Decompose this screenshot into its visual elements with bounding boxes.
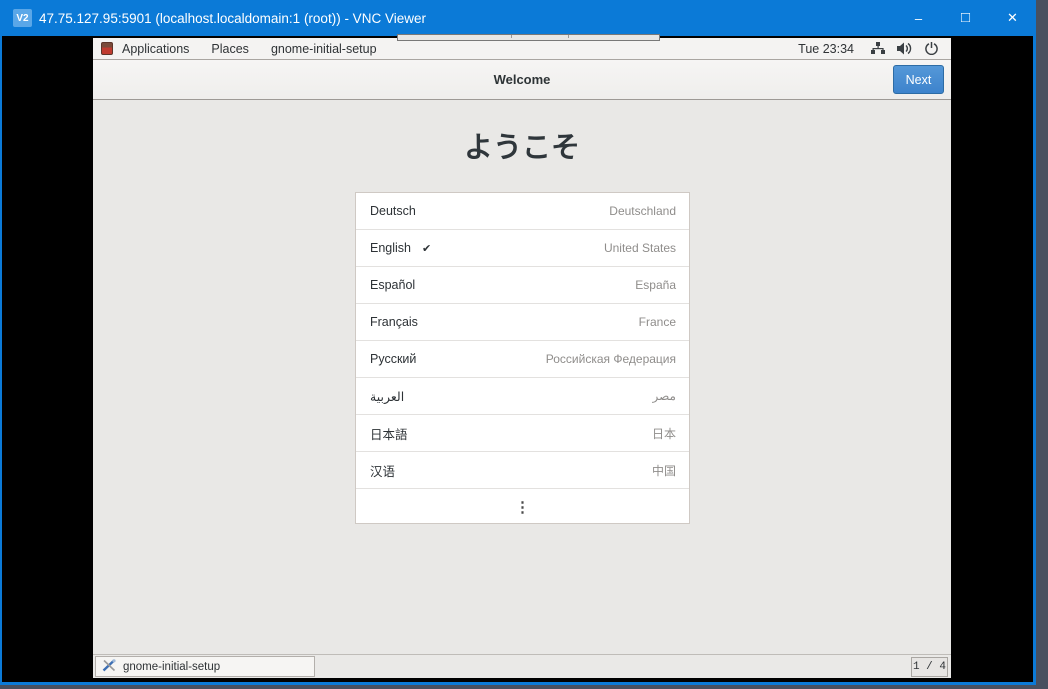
more-ellipsis-icon: ⋮ <box>515 498 530 516</box>
vnc-titlebar[interactable]: V2 47.75.127.95:5901 (localhost.localdom… <box>0 0 1036 36</box>
language-region: مصر <box>653 389 676 403</box>
language-row-francais[interactable]: Français France <box>356 304 689 341</box>
welcome-heading: ようこそ <box>93 124 951 166</box>
selected-check-icon: ✔ <box>422 242 431 255</box>
language-region: España <box>635 278 676 292</box>
language-region: 日本 <box>652 425 676 442</box>
gnome-top-bar: Applications Places gnome-initial-setup … <box>93 38 951 60</box>
menu-places[interactable]: Places <box>200 38 260 60</box>
workspace-indicator[interactable]: 1 / 4 <box>911 657 948 677</box>
next-button[interactable]: Next <box>893 65 944 94</box>
toolbar-tick <box>511 35 512 38</box>
tools-icon <box>102 659 116 675</box>
clock[interactable]: Tue 23:34 <box>788 42 864 56</box>
language-name: Español <box>370 278 415 292</box>
language-row-russian[interactable]: Русский Российская Федерация <box>356 341 689 378</box>
menu-applications[interactable]: Applications <box>111 38 200 60</box>
language-region: France <box>639 315 676 329</box>
vnc-logo-icon: V2 <box>13 9 32 27</box>
window-list-taskbar: gnome-initial-setup 1 / 4 <box>93 654 951 678</box>
status-area: Tue 23:34 <box>788 41 951 56</box>
remote-desktop: Applications Places gnome-initial-setup … <box>93 38 951 678</box>
language-name: English <box>370 241 411 255</box>
language-row-japanese[interactable]: 日本語 日本 <box>356 415 689 452</box>
screen: V2 47.75.127.95:5901 (localhost.localdom… <box>0 0 1048 689</box>
language-name: Deutsch <box>370 204 416 218</box>
window-title: 47.75.127.95:5901 (localhost.localdomain… <box>39 0 426 36</box>
language-region: Российская Федерация <box>546 352 676 366</box>
language-region: 中国 <box>652 462 676 479</box>
taskbar-item-gnome-initial-setup[interactable]: gnome-initial-setup <box>95 656 315 677</box>
window-controls: – □ ✕ <box>895 0 1036 36</box>
language-name: Français <box>370 315 418 329</box>
maximize-button[interactable]: □ <box>942 0 989 36</box>
minimize-button[interactable]: – <box>895 0 942 36</box>
power-icon[interactable] <box>924 41 939 56</box>
close-button[interactable]: ✕ <box>989 0 1036 36</box>
language-row-espanol[interactable]: Español España <box>356 267 689 304</box>
language-name: Русский <box>370 352 416 366</box>
toolbar-tick <box>568 35 569 38</box>
language-row-arabic[interactable]: العربية مصر <box>356 378 689 415</box>
page-title: Welcome <box>93 60 951 99</box>
language-region: Deutschland <box>609 204 676 218</box>
language-list: Deutsch Deutschland English ✔ United Sta… <box>355 192 690 524</box>
taskbar-item-label: gnome-initial-setup <box>123 661 220 673</box>
language-region: United States <box>604 241 676 255</box>
language-name: العربية <box>370 389 404 404</box>
maximize-icon: □ <box>961 9 970 26</box>
header-bar: Welcome Next <box>93 60 951 100</box>
welcome-page: ようこそ Deutsch Deutschland English ✔ Unite… <box>93 100 951 654</box>
network-icon[interactable] <box>870 41 885 56</box>
menu-active-app[interactable]: gnome-initial-setup <box>260 38 388 60</box>
volume-icon[interactable] <box>897 41 912 56</box>
language-row-chinese[interactable]: 汉语 中国 <box>356 452 689 489</box>
language-name: 汉语 <box>370 461 395 480</box>
vnc-toolbar-collapsed[interactable] <box>397 34 660 41</box>
vnc-viewer-window: V2 47.75.127.95:5901 (localhost.localdom… <box>0 0 1036 685</box>
language-row-english[interactable]: English ✔ United States <box>356 230 689 267</box>
more-languages-button[interactable]: ⋮ <box>356 489 689 524</box>
language-row-deutsch[interactable]: Deutsch Deutschland <box>356 193 689 230</box>
language-name: 日本語 <box>370 424 408 443</box>
